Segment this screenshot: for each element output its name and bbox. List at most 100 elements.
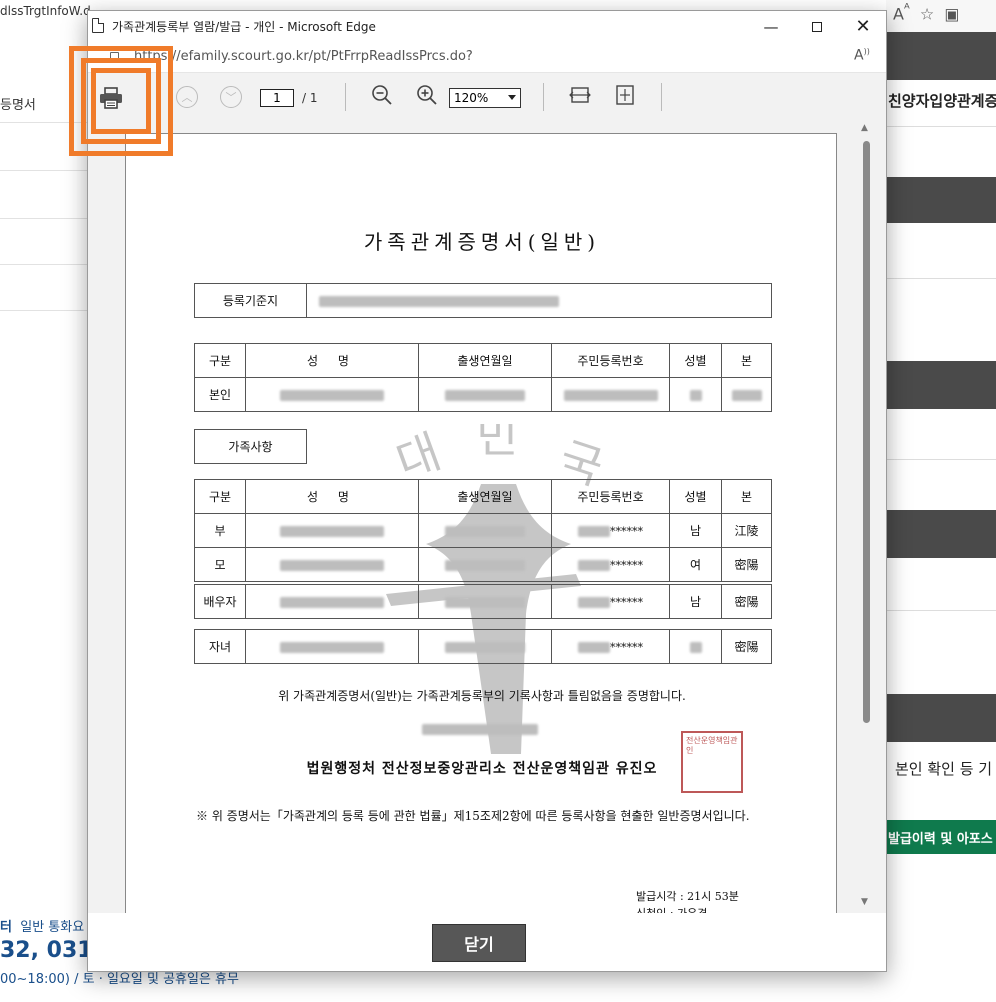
zoom-out-icon — [372, 85, 392, 105]
zoom-in-icon — [417, 85, 437, 105]
background-left-divider — [0, 218, 88, 219]
header-sex: 성별 — [669, 479, 722, 514]
family-origin: 江陵 — [721, 513, 772, 548]
background-right-divider — [886, 459, 996, 460]
registry-address-redacted — [306, 283, 772, 318]
spouse-table: 배우자 ****** 남 密陽 — [194, 584, 772, 619]
background-dark-bar — [886, 694, 996, 742]
read-aloud-icon[interactable]: A)) — [854, 47, 870, 64]
window-titlebar: 가족관계등록부 열람/발급 - 개인 - Microsoft Edge — ✕ — [88, 11, 886, 42]
self-kind: 본인 — [194, 377, 246, 412]
minimize-icon: — — [763, 17, 779, 36]
highlight-inner — [91, 68, 151, 134]
scroll-thumb[interactable] — [863, 141, 870, 723]
edge-popup-window: 가족관계등록부 열람/발급 - 개인 - Microsoft Edge — ✕ … — [87, 10, 887, 972]
pdf-toolbar: ︿ ﹀ 1 / 1 120% — [88, 73, 886, 121]
fit-width-icon — [569, 87, 591, 103]
background-left-label: 등명서 — [0, 98, 36, 113]
self-rrn-redacted — [551, 377, 670, 412]
family-section-box: 가족사항 — [194, 429, 307, 464]
header-origin: 본 — [721, 343, 772, 378]
maximize-button[interactable] — [794, 11, 840, 42]
family-name-redacted — [245, 629, 419, 664]
zoom-select[interactable]: 120% — [449, 88, 521, 108]
family-sex: 남 — [669, 513, 722, 548]
family-name-redacted — [245, 584, 419, 619]
family-rrn: ****** — [551, 629, 670, 664]
next-page-button[interactable]: ﹀ — [220, 86, 242, 108]
zoom-value: 120% — [454, 91, 489, 105]
header-rrn: 주민등록번호 — [551, 479, 670, 514]
header-name: 성 명 — [245, 479, 419, 514]
chevron-up-icon: ︿ — [181, 91, 193, 104]
zoom-out-button[interactable] — [371, 84, 393, 111]
previous-page-button[interactable]: ︿ — [176, 86, 198, 108]
page-number-input[interactable]: 1 — [260, 89, 294, 107]
document-icon — [92, 18, 104, 33]
family-sex-redacted — [669, 629, 722, 664]
svg-text:민: 민 — [476, 424, 518, 463]
certification-text: 위 가족관계증명서(일반)는 가족관계등록부의 기록사항과 틀림없음을 증명합니… — [278, 689, 686, 703]
header-name: 성 명 — [245, 343, 419, 378]
header-birthdate: 출생연월일 — [418, 343, 552, 378]
legal-note: ※ 위 증명서는「가족관계의 등록 등에 관한 법률」제15조제2항에 따른 등… — [196, 809, 750, 823]
family-origin: 密陽 — [721, 547, 772, 582]
chevron-down-icon: ﹀ — [225, 91, 237, 104]
address-bar[interactable]: https://efamily.scourt.go.kr/pt/PtFrrpRe… — [88, 42, 886, 73]
family-name-redacted — [245, 513, 419, 548]
header-rrn: 주민등록번호 — [551, 343, 670, 378]
background-right-divider — [886, 278, 996, 279]
zoom-in-button[interactable] — [416, 84, 438, 111]
issue-time: 발급시각 : 21시 53분 — [636, 890, 739, 903]
background-browser-icons: Aᴬ ☆ ▣ — [893, 2, 960, 24]
background-dark-bar — [886, 177, 996, 223]
family-kind: 모 — [194, 547, 246, 582]
registry-label: 등록기준지 — [194, 283, 307, 318]
family-birth-redacted — [418, 547, 552, 582]
fit-page-button[interactable] — [614, 84, 636, 111]
background-contact-label: 일반 통화요 — [20, 920, 85, 935]
background-left-divider — [0, 264, 88, 265]
family-kind: 배우자 — [194, 584, 246, 619]
issue-date-redacted — [422, 724, 538, 735]
registry-table: 등록기준지 — [194, 283, 772, 318]
background-history-button[interactable]: 발급이력 및 아포스 — [886, 820, 996, 854]
family-kind: 자녀 — [194, 629, 246, 664]
self-sex-redacted — [669, 377, 722, 412]
family-birth-redacted — [418, 584, 552, 619]
scroll-down-arrow-icon[interactable]: ▼ — [861, 897, 868, 907]
close-window-button[interactable]: ✕ — [840, 11, 886, 42]
header-sex: 성별 — [669, 343, 722, 378]
minimize-button[interactable]: — — [748, 11, 794, 42]
family-birth-redacted — [418, 513, 552, 548]
family-rrn: ****** — [551, 547, 670, 582]
family-row-father: 부 ****** 남 江陵 — [194, 513, 772, 548]
fit-width-button[interactable] — [569, 84, 591, 111]
vertical-scrollbar[interactable]: ▲ ▼ — [859, 121, 873, 913]
self-table: 구분 성 명 출생연월일 주민등록번호 성별 본 본인 — [194, 343, 772, 412]
url-text[interactable]: https://efamily.scourt.go.kr/pt/PtFrrpRe… — [134, 49, 473, 64]
close-icon: ✕ — [855, 16, 871, 37]
family-sex: 남 — [669, 584, 722, 619]
family-name-redacted — [245, 547, 419, 582]
background-dark-bar — [886, 510, 996, 558]
scroll-up-arrow-icon[interactable]: ▲ — [861, 123, 868, 133]
toolbar-separator — [345, 83, 346, 111]
header-kind: 구분 — [194, 479, 246, 514]
close-button[interactable]: 닫기 — [432, 924, 526, 962]
background-right-title: 친양자입양관계증 — [888, 92, 996, 110]
background-dark-bar — [886, 32, 996, 80]
family-section-label: 가족사항 — [194, 429, 307, 464]
header-origin: 본 — [721, 479, 772, 514]
pdf-viewer[interactable]: 대 민 국 가족관계증명서(일반) 등록기준지 구분 성 명 출생연월일 주민등… — [88, 121, 886, 913]
background-right-divider — [886, 610, 996, 611]
family-row-spouse: 배우자 ****** 남 密陽 — [194, 584, 772, 619]
toolbar-separator — [661, 83, 662, 111]
page-total: / 1 — [302, 91, 318, 105]
background-dark-bar — [886, 361, 996, 409]
family-kind: 부 — [194, 513, 246, 548]
header-kind: 구분 — [194, 343, 246, 378]
family-origin: 密陽 — [721, 584, 772, 619]
popup-footer: 닫기 — [88, 913, 886, 971]
maximize-icon — [812, 21, 822, 32]
